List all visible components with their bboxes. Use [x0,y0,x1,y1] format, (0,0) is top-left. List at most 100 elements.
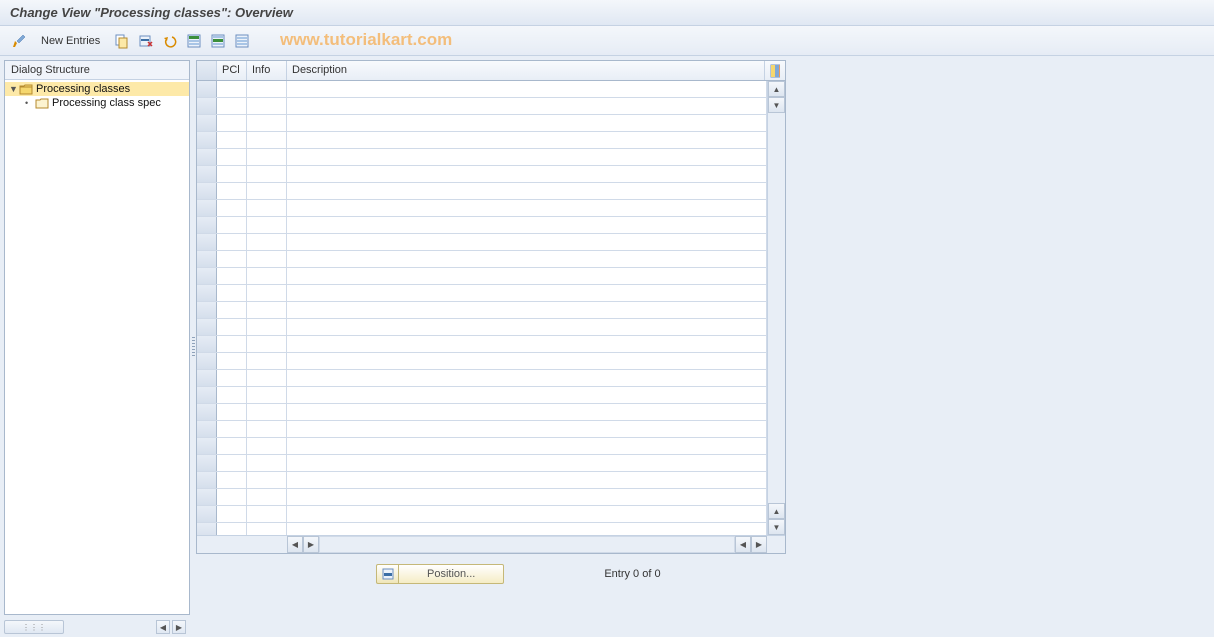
select-block-button[interactable] [209,32,227,50]
sidebar-scroll-left-button[interactable]: ◀ [156,620,170,634]
scroll-down-button[interactable]: ▼ [768,97,785,113]
cell-info[interactable] [247,302,287,318]
cell-description[interactable] [287,438,767,454]
cell-pcl[interactable] [217,370,247,386]
cell-pcl[interactable] [217,268,247,284]
table-row[interactable] [197,234,767,251]
cell-description[interactable] [287,285,767,301]
cell-info[interactable] [247,268,287,284]
cell-info[interactable] [247,506,287,522]
cell-info[interactable] [247,387,287,403]
cell-pcl[interactable] [217,404,247,420]
cell-info[interactable] [247,132,287,148]
row-selector[interactable] [197,421,217,437]
cell-pcl[interactable] [217,115,247,131]
scroll-up-button[interactable]: ▲ [768,81,785,97]
row-selector[interactable] [197,149,217,165]
sidebar-drag-handle[interactable]: ⋮⋮⋮ [4,620,64,634]
cell-info[interactable] [247,183,287,199]
cell-description[interactable] [287,506,767,522]
cell-pcl[interactable] [217,523,247,535]
cell-description[interactable] [287,302,767,318]
cell-info[interactable] [247,438,287,454]
row-selector[interactable] [197,234,217,250]
column-header-info[interactable]: Info [247,61,287,80]
cell-info[interactable] [247,81,287,97]
select-all-button[interactable] [185,32,203,50]
row-selector[interactable] [197,387,217,403]
cell-info[interactable] [247,353,287,369]
table-row[interactable] [197,455,767,472]
cell-description[interactable] [287,387,767,403]
sidebar-scroll-right-button[interactable]: ▶ [172,620,186,634]
scroll-right-button[interactable]: ▶ [303,536,319,553]
deselect-all-button[interactable] [233,32,251,50]
tree-item-processing-class-spec[interactable]: • Processing class spec [5,96,189,110]
table-row[interactable] [197,387,767,404]
cell-info[interactable] [247,115,287,131]
row-selector[interactable] [197,523,217,535]
cell-pcl[interactable] [217,149,247,165]
cell-pcl[interactable] [217,472,247,488]
row-selector[interactable] [197,319,217,335]
cell-description[interactable] [287,217,767,233]
cell-info[interactable] [247,200,287,216]
table-row[interactable] [197,302,767,319]
cell-info[interactable] [247,370,287,386]
cell-info[interactable] [247,421,287,437]
cell-pcl[interactable] [217,506,247,522]
cell-pcl[interactable] [217,438,247,454]
cell-pcl[interactable] [217,81,247,97]
scroll-right-button-2[interactable]: ▶ [751,536,767,553]
table-row[interactable] [197,268,767,285]
row-selector[interactable] [197,132,217,148]
cell-pcl[interactable] [217,455,247,471]
table-row[interactable] [197,370,767,387]
cell-description[interactable] [287,98,767,114]
cell-pcl[interactable] [217,234,247,250]
cell-info[interactable] [247,489,287,505]
scroll-left-button[interactable]: ◀ [287,536,303,553]
table-row[interactable] [197,217,767,234]
toggle-display-change-button[interactable] [10,32,28,50]
cell-info[interactable] [247,251,287,267]
row-selector[interactable] [197,268,217,284]
table-settings-button[interactable] [765,61,785,80]
new-entries-button[interactable]: New Entries [34,32,107,50]
column-header-description[interactable]: Description [287,61,765,80]
table-hscrollbar[interactable]: ◀ ▶ ◀ ▶ [197,535,785,553]
table-row[interactable] [197,166,767,183]
cell-description[interactable] [287,353,767,369]
column-header-pcl[interactable]: PCl [217,61,247,80]
row-selector[interactable] [197,404,217,420]
cell-pcl[interactable] [217,387,247,403]
cell-pcl[interactable] [217,200,247,216]
table-row[interactable] [197,506,767,523]
row-selector[interactable] [197,455,217,471]
table-row[interactable] [197,353,767,370]
cell-description[interactable] [287,268,767,284]
cell-description[interactable] [287,421,767,437]
table-row[interactable] [197,489,767,506]
row-selector[interactable] [197,251,217,267]
table-row[interactable] [197,132,767,149]
cell-pcl[interactable] [217,98,247,114]
delete-button[interactable] [137,32,155,50]
hscroll-track[interactable] [319,536,735,553]
cell-description[interactable] [287,81,767,97]
row-selector[interactable] [197,98,217,114]
table-row[interactable] [197,98,767,115]
table-row[interactable] [197,438,767,455]
row-selector[interactable] [197,370,217,386]
cell-description[interactable] [287,200,767,216]
scroll-up-button-2[interactable]: ▲ [768,503,785,519]
table-row[interactable] [197,200,767,217]
table-row[interactable] [197,472,767,489]
cell-description[interactable] [287,251,767,267]
table-row[interactable] [197,149,767,166]
row-selector[interactable] [197,353,217,369]
cell-pcl[interactable] [217,489,247,505]
cell-description[interactable] [287,489,767,505]
row-selector[interactable] [197,183,217,199]
row-selector[interactable] [197,115,217,131]
